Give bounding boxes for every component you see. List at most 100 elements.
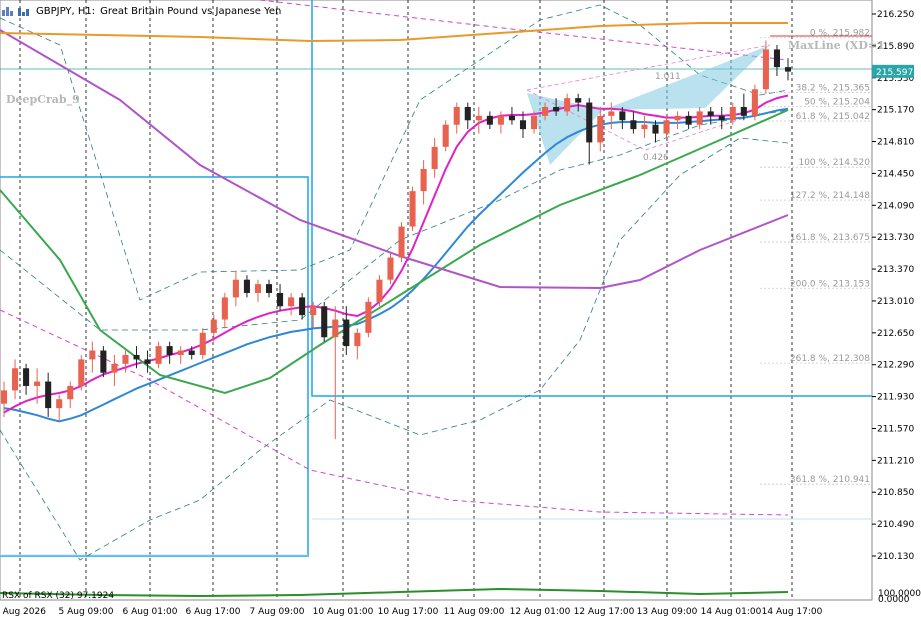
candle-body — [67, 385, 74, 400]
candle-body — [299, 297, 306, 316]
candle-body — [718, 115, 725, 121]
candle-body — [497, 115, 504, 125]
candle-body — [277, 292, 284, 307]
candle-body — [188, 350, 195, 355]
timeframe-icon[interactable] — [18, 6, 30, 16]
candle-body — [575, 98, 582, 103]
y-tick-label: 211.930 — [877, 393, 914, 403]
candle-body — [23, 368, 30, 386]
chart-svg[interactable]: 0 %, 215.982 38.2 %, 215.365 50 %, 215.204… — [0, 0, 921, 618]
candle-body — [729, 106, 736, 121]
candle-body — [564, 98, 571, 112]
candle-body — [332, 319, 339, 338]
fib-level-label: 50 %, 215.204 — [804, 98, 870, 108]
ratio-label: 1.011 — [655, 72, 681, 82]
candle-body — [343, 319, 350, 347]
candle-body — [751, 89, 758, 116]
x-tick-label: 14 Aug 01:00 — [701, 607, 762, 617]
chart-root: 0 %, 215.982 38.2 %, 215.365 50 %, 215.204… — [0, 0, 921, 618]
x-tick-label: 7 Aug 09:00 — [250, 607, 305, 617]
candle-body — [122, 354, 129, 364]
candle-body — [707, 111, 714, 116]
candle-body — [586, 102, 593, 143]
fib-level-label: 127.2 %, 214.148 — [790, 191, 870, 201]
candle-body — [387, 257, 394, 280]
candle-body — [254, 284, 262, 293]
fib-level-label: 0 %, 215.982 — [810, 29, 870, 39]
fib-level-label: 38.2 %, 215.365 — [796, 83, 870, 93]
maxline-label: MaxLine (XD=1 — [788, 39, 885, 52]
candle-body — [453, 106, 460, 125]
candle-body — [232, 279, 239, 298]
pattern-label: DeepCrab_9 — [6, 93, 80, 107]
candle-body — [685, 115, 692, 125]
current-price-text: 215.597 — [876, 68, 913, 78]
candle-body — [34, 381, 41, 386]
candle-body — [519, 120, 527, 130]
y-tick-label: 211.210 — [877, 456, 914, 466]
candle-body — [144, 359, 151, 364]
y-tick-label: 211.570 — [877, 424, 914, 434]
y-tick-label: 216.250 — [877, 10, 914, 20]
candle-body — [420, 168, 427, 192]
x-tick-label: 14 Aug 17:00 — [762, 607, 823, 617]
candle-body — [630, 120, 637, 130]
candle-body — [486, 115, 493, 125]
rsx-level-low: 0.0000 — [878, 595, 910, 605]
y-tick-label: 215.170 — [877, 106, 914, 116]
candle-body — [409, 191, 416, 227]
y-tick-label: 210.490 — [877, 520, 914, 530]
candle-body — [166, 346, 173, 355]
candle-body — [45, 381, 52, 409]
ratio-low-label: 0.426 — [643, 153, 669, 163]
candle-body — [652, 124, 659, 134]
chart-header: GBPJPY, H1: Great Britain Pound vs Japan… — [0, 0, 281, 22]
candle-body — [243, 279, 250, 293]
candle-body — [78, 359, 85, 386]
grid-layer — [0, 0, 921, 618]
y-tick-label: 213.370 — [877, 265, 914, 275]
candle-body — [12, 368, 19, 391]
y-tick-label: 213.010 — [877, 297, 914, 307]
candle-body — [553, 106, 560, 112]
x-tick-label: 4 Aug 2026 — [0, 607, 46, 617]
y-tick-label: 213.730 — [877, 233, 914, 243]
candle-body — [464, 106, 471, 121]
candle-body — [0, 390, 8, 404]
candle-body — [133, 354, 140, 360]
candle-body — [100, 350, 107, 373]
fib-level-label: 361.8 %, 210.941 — [790, 475, 870, 485]
candle-body — [597, 115, 604, 143]
x-tick-label: 5 Aug 09:00 — [59, 607, 114, 617]
candle-body — [641, 124, 648, 130]
chart-type-icon[interactable] — [2, 6, 14, 16]
x-tick-label: 12 Aug 01:00 — [510, 607, 571, 617]
candle-body — [508, 115, 515, 121]
candle-body — [365, 301, 372, 333]
candle-body — [376, 279, 383, 302]
candle-body — [740, 106, 747, 116]
y-tick-label: 210.130 — [877, 552, 914, 562]
candle-body — [431, 146, 438, 169]
candle-body — [56, 399, 63, 409]
rsx-label: RSX of RSX (32) 97.1924 — [2, 591, 114, 601]
candle-body — [663, 120, 670, 134]
candle-body — [111, 363, 118, 373]
candle-body — [542, 106, 549, 116]
fib-level-label: 100 %, 214.520 — [798, 158, 870, 168]
y-tick-label: 214.450 — [877, 169, 914, 179]
candle-body — [442, 124, 449, 147]
candle-body — [155, 346, 162, 364]
y-tick-label: 212.290 — [877, 361, 914, 371]
candle-body — [398, 226, 405, 258]
candle-body — [89, 350, 96, 360]
y-tick-label: 210.850 — [877, 488, 914, 498]
candle-body — [762, 49, 769, 90]
y-tick-label: 214.090 — [877, 201, 914, 211]
candle-body — [674, 115, 681, 121]
symbol-description: Great Britain Pound vs Japanese Yen — [100, 5, 282, 17]
x-tick-label: 11 Aug 09:00 — [444, 607, 505, 617]
candle-body — [265, 284, 273, 293]
fib-level-label: 161.8 %, 213.675 — [790, 233, 870, 243]
fib-level-label: 61.8 %, 215.042 — [796, 112, 870, 122]
